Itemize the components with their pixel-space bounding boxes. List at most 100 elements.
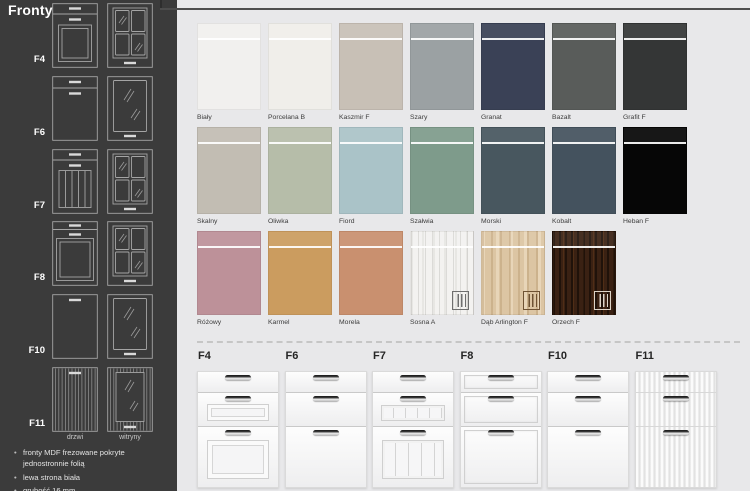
front-f10: F10 (547, 348, 629, 488)
sidebar-row-f4: F4 (0, 3, 177, 68)
swatch-heban-f: Heban F (623, 127, 687, 231)
wood-grain-icon (523, 291, 540, 310)
handle (225, 375, 251, 380)
swatch-bialy: Biały (197, 23, 261, 127)
swatch-label: Morski (481, 214, 545, 231)
note-item: fronty MDF frezowane pokryte jednostronn… (14, 447, 132, 470)
swatch-color (623, 127, 687, 214)
front-f4-render (197, 371, 279, 488)
swatch-label: Orzech F (552, 315, 616, 332)
swatch-szary: Szary (410, 23, 474, 127)
glass-column-label: witryny (107, 434, 153, 441)
swatch-dab-arlington-f: Dąb Arlington F (481, 231, 545, 332)
swatch-color (552, 231, 616, 315)
handle (663, 430, 689, 435)
sidebar: Fronty F4 F6 (0, 0, 177, 491)
swatch-row-2: Skalny Oliwka Fiord Szałwia Morski Kobal… (197, 127, 742, 231)
front-f11: F11 (635, 348, 717, 488)
f4-glass-door-drawing (107, 3, 153, 68)
front-type-label: F6 (0, 127, 45, 138)
handle (488, 375, 514, 380)
handle (575, 396, 601, 401)
swatch-label: Heban F (623, 214, 687, 231)
f11-glass-door-drawing (107, 367, 153, 432)
swatch-row-1: Biały Porcelana B Kaszmir F Szary Granat… (197, 23, 742, 127)
swatch-grafit-f: Grafit F (623, 23, 687, 127)
f10-door-drawing (52, 294, 98, 359)
swatch-morski: Morski (481, 127, 545, 231)
swatch-label: Oliwka (268, 214, 332, 231)
note-item: lewa strona biała (14, 472, 166, 483)
front-heading: F11 (636, 350, 717, 362)
swatch-row-3: Różowy Karmel Morela Sosna A Dąb Arlingt… (197, 231, 742, 332)
swatch-section: Biały Porcelana B Kaszmir F Szary Granat… (197, 23, 742, 332)
swatch-color (268, 231, 332, 315)
swatch-label: Szałwia (410, 214, 474, 231)
swatch-label: Karmel (268, 315, 332, 332)
swatch-rozowy: Różowy (197, 231, 261, 332)
handle (488, 430, 514, 435)
swatch-color (410, 231, 474, 315)
handle (488, 396, 514, 401)
swatch-color (481, 23, 545, 110)
swatch-color (197, 23, 261, 110)
handle (313, 375, 339, 380)
swatch-color (339, 231, 403, 315)
swatch-bazalt: Bazalt (552, 23, 616, 127)
wood-grain-icon (452, 291, 469, 310)
handle (663, 375, 689, 380)
swatch-fiord: Fiord (339, 127, 403, 231)
f7-glass-door-drawing (107, 149, 153, 214)
f7-door-drawing (52, 149, 98, 214)
swatch-label: Kaszmir F (339, 110, 403, 127)
swatch-label: Różowy (197, 315, 261, 332)
swatch-color (339, 23, 403, 110)
swatch-color (410, 23, 474, 110)
swatch-color (552, 23, 616, 110)
swatch-label: Kobalt (552, 214, 616, 231)
swatch-label: Morela (339, 315, 403, 332)
front-type-label: F8 (0, 272, 45, 283)
f8-door-drawing (52, 221, 98, 286)
handle (313, 430, 339, 435)
swatch-label: Biały (197, 110, 261, 127)
handle (225, 430, 251, 435)
f6-door-drawing (52, 76, 98, 141)
f10-glass-door-drawing (107, 294, 153, 359)
front-f8: F8 (460, 348, 542, 488)
front-f6: F6 (285, 348, 367, 488)
sidebar-row-f11: F11 (0, 367, 177, 432)
front-styles-section: F4 F6 F7 (197, 341, 740, 488)
swatch-label: Porcelana B (268, 110, 332, 127)
handle (225, 396, 251, 401)
swatch-label: Dąb Arlington F (481, 315, 545, 332)
swatch-color (410, 127, 474, 214)
front-heading: F4 (198, 350, 279, 362)
handle (575, 375, 601, 380)
catalog-page: Fronty F4 F6 (0, 0, 750, 491)
handle (313, 396, 339, 401)
note-item: grubość 16 mm (14, 485, 166, 491)
sidebar-row-f7: F7 (0, 149, 177, 214)
swatch-orzech-f: Orzech F (552, 231, 616, 332)
top-divider-rule (160, 8, 750, 10)
front-heading: F7 (373, 350, 454, 362)
handle (400, 396, 426, 401)
front-type-label: F4 (0, 54, 45, 65)
swatch-label: Bazalt (552, 110, 616, 127)
swatch-granat: Granat (481, 23, 545, 127)
front-f8-render (460, 371, 542, 488)
f11-door-drawing (52, 367, 98, 432)
wood-grain-icon (594, 291, 611, 310)
front-f7: F7 (372, 348, 454, 488)
front-type-label: F7 (0, 200, 45, 211)
swatch-karmel: Karmel (268, 231, 332, 332)
handle (400, 430, 426, 435)
handle (575, 430, 601, 435)
swatch-color (339, 127, 403, 214)
front-f6-render (285, 371, 367, 488)
notes-list: fronty MDF frezowane pokryte jednostronn… (14, 447, 166, 491)
swatch-color (268, 127, 332, 214)
swatch-porcelana-b: Porcelana B (268, 23, 332, 127)
swatch-kaszmir-f: Kaszmir F (339, 23, 403, 127)
